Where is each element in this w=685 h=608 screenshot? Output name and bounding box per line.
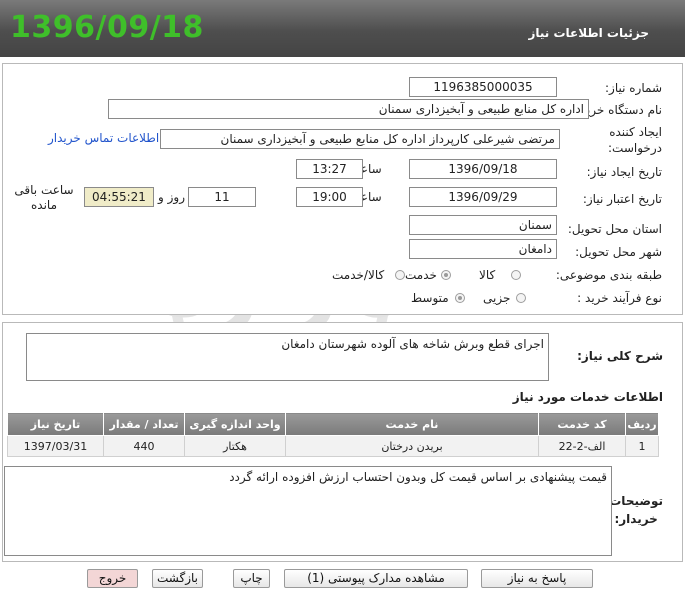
buyer-notes-label-line1: توضیحات (609, 494, 663, 508)
cell-service-code: الف-2-22 (538, 435, 626, 457)
col-need-date: تاریخ نیاز (7, 412, 104, 436)
create-time-field[interactable]: 13:27 (296, 159, 363, 179)
reply-to-need-button[interactable]: پاسخ به نیاز (481, 569, 593, 588)
requester-label-line2: درخواست: (608, 141, 662, 155)
buyer-notes-label-line2: خریدار: (614, 512, 658, 526)
process-label: نوع فرآیند خرید : (577, 291, 662, 305)
header-date: 1396/09/18 (10, 10, 204, 45)
need-number-label: شماره نیاز: (605, 81, 662, 95)
services-title: اطلاعات خدمات مورد نیاز (512, 390, 663, 404)
city-field[interactable]: دامغان (409, 239, 557, 259)
col-quantity: تعداد / مقدار (103, 412, 185, 436)
province-field[interactable]: سمنان (409, 215, 557, 235)
city-label: شهر محل تحویل: (575, 245, 662, 259)
print-button[interactable]: چاپ (233, 569, 270, 588)
buyer-notes-label: توضیحات خریدار: (609, 492, 663, 528)
table-row[interactable]: 1 الف-2-22 بریدن درختان هکتار 440 1397/0… (7, 435, 659, 457)
category-option-goods-label: کالا (479, 268, 496, 282)
category-option-goods-radio[interactable] (511, 270, 521, 280)
days-label: روز و (158, 190, 185, 204)
cell-row-number: 1 (625, 435, 659, 457)
buyer-notes-field[interactable]: قیمت پیشنهادی بر اساس قیمت کل وبدون احتس… (4, 466, 612, 556)
cell-quantity: 440 (103, 435, 185, 457)
buyer-contact-link[interactable]: اطلاعات تماس خریدار (48, 131, 159, 145)
province-label: استان محل تحویل: (567, 222, 662, 236)
services-table-header: ردیف کد خدمت نام خدمت واحد اندازه گیری ت… (7, 412, 659, 436)
category-option-service-radio[interactable] (441, 270, 451, 280)
create-date-field[interactable]: 1396/09/18 (409, 159, 557, 179)
requester-label-line1: ایجاد کننده (609, 125, 662, 139)
summary-field[interactable]: اجرای قطع وبرش شاخه های آلوده شهرستان دا… (26, 333, 549, 381)
requester-label: ایجاد کننده درخواست: (608, 124, 662, 156)
back-button[interactable]: بازگشت (152, 569, 203, 588)
buyer-org-field[interactable]: اداره کل منابع طبیعی و آبخیزداری سمنان (108, 99, 589, 119)
remaining-label: ساعت باقی مانده (14, 183, 74, 212)
category-label: طبقه بندی موضوعی: (555, 268, 662, 282)
category-option-both-radio[interactable] (395, 270, 405, 280)
process-option-medium-label: متوسط (411, 291, 449, 305)
col-row-number: ردیف (625, 412, 659, 436)
exit-button[interactable]: خروج (87, 569, 138, 588)
cell-unit: هکتار (184, 435, 286, 457)
remaining-days-field[interactable]: 11 (188, 187, 256, 207)
col-unit: واحد اندازه گیری (184, 412, 286, 436)
valid-time-field[interactable]: 19:00 (296, 187, 363, 207)
cell-service-name: بریدن درختان (285, 435, 539, 457)
category-option-both-label: کالا/خدمت (332, 268, 385, 282)
cell-need-date: 1397/03/31 (7, 435, 104, 457)
services-table: ردیف کد خدمت نام خدمت واحد اندازه گیری ت… (7, 412, 659, 457)
view-attachments-button[interactable]: مشاهده مدارک پیوستی (1) (284, 569, 468, 588)
process-option-minor-radio[interactable] (516, 293, 526, 303)
valid-date-label: تاریخ اعتبار نیاز: (582, 192, 662, 206)
need-number-field[interactable]: 1196385000035 (409, 77, 557, 97)
category-option-service-label: خدمت (405, 268, 437, 282)
valid-date-field[interactable]: 1396/09/29 (409, 187, 557, 207)
process-option-medium-radio[interactable] (455, 293, 465, 303)
remaining-time-field: 04:55:21 (84, 187, 154, 207)
create-date-label: تاریخ ایجاد نیاز: (586, 165, 662, 179)
requester-field[interactable]: مرتضی شیرعلی کارپرداز اداره کل منابع طبی… (160, 129, 560, 149)
summary-label: شرح کلی نیاز: (577, 349, 663, 363)
col-service-code: کد خدمت (538, 412, 626, 436)
header-title: جزئیات اطلاعات نیاز (528, 26, 649, 40)
col-service-name: نام خدمت (285, 412, 539, 436)
process-option-minor-label: جزیی (483, 291, 511, 305)
